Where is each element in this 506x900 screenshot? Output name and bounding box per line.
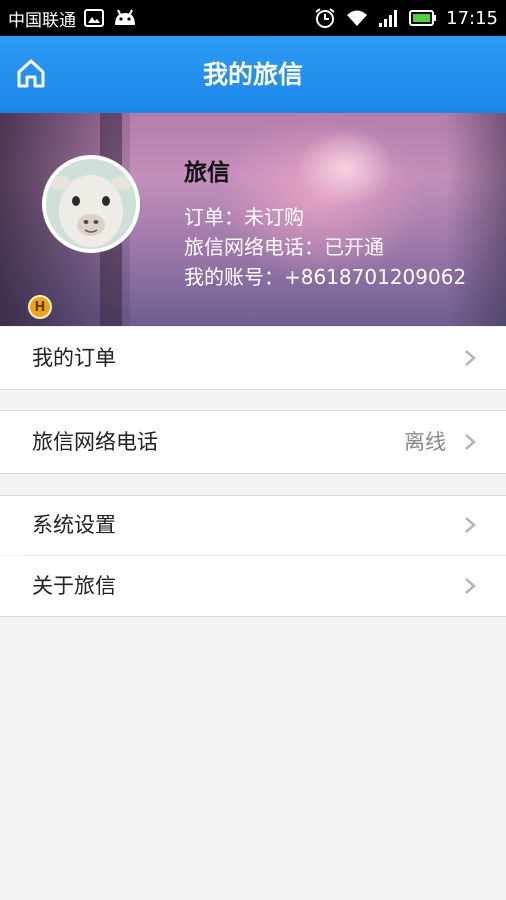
- divider: [0, 389, 506, 390]
- status-bar: 中国联通 17:15: [0, 0, 506, 36]
- phone-status: 旅信网络电话：已开通: [184, 235, 384, 259]
- menu-item-label: 我的订单: [32, 346, 116, 370]
- divider: [0, 473, 506, 474]
- chevron-right-icon: [465, 517, 476, 533]
- chevron-right-icon: [465, 578, 476, 594]
- alpaca-avatar-image: [46, 159, 136, 249]
- chevron-right-icon: [465, 434, 476, 450]
- page-title: 我的旅信: [202, 60, 303, 89]
- signal-icon: [378, 8, 400, 28]
- alarm-icon: [314, 7, 336, 29]
- battery-icon: [409, 9, 437, 27]
- avatar[interactable]: [42, 155, 140, 253]
- menu-item-my-orders[interactable]: 我的订单: [0, 327, 506, 389]
- profile-name: 旅信: [184, 160, 230, 186]
- menu-item-settings[interactable]: 系统设置: [0, 496, 506, 555]
- phone-online-status: 离线: [404, 430, 446, 454]
- title-bar: 我的旅信: [0, 36, 506, 113]
- home-icon: [14, 57, 48, 93]
- clock: 17:15: [446, 7, 498, 29]
- divider: [0, 616, 506, 617]
- carrier-label: 中国联通: [8, 10, 76, 31]
- image-icon: [84, 9, 104, 27]
- wifi-icon: [345, 8, 369, 28]
- menu-item-label: 旅信网络电话: [32, 430, 158, 454]
- menu-item-network-phone[interactable]: 旅信网络电话 离线: [0, 411, 506, 473]
- menu-item-label: 系统设置: [32, 513, 116, 537]
- profile-header: H 旅信 订单：未订购 旅信网络电话：已开通 我的账号：+86187012090…: [0, 113, 506, 326]
- android-icon: [112, 9, 138, 27]
- order-status: 订单：未订购: [184, 205, 304, 229]
- menu-item-about[interactable]: 关于旅信: [0, 556, 506, 616]
- account-number: 我的账号：+8618701209062: [184, 265, 467, 289]
- level-badge: H: [28, 295, 52, 319]
- menu-item-label: 关于旅信: [32, 574, 116, 598]
- home-button[interactable]: [12, 56, 50, 94]
- chevron-right-icon: [465, 350, 476, 366]
